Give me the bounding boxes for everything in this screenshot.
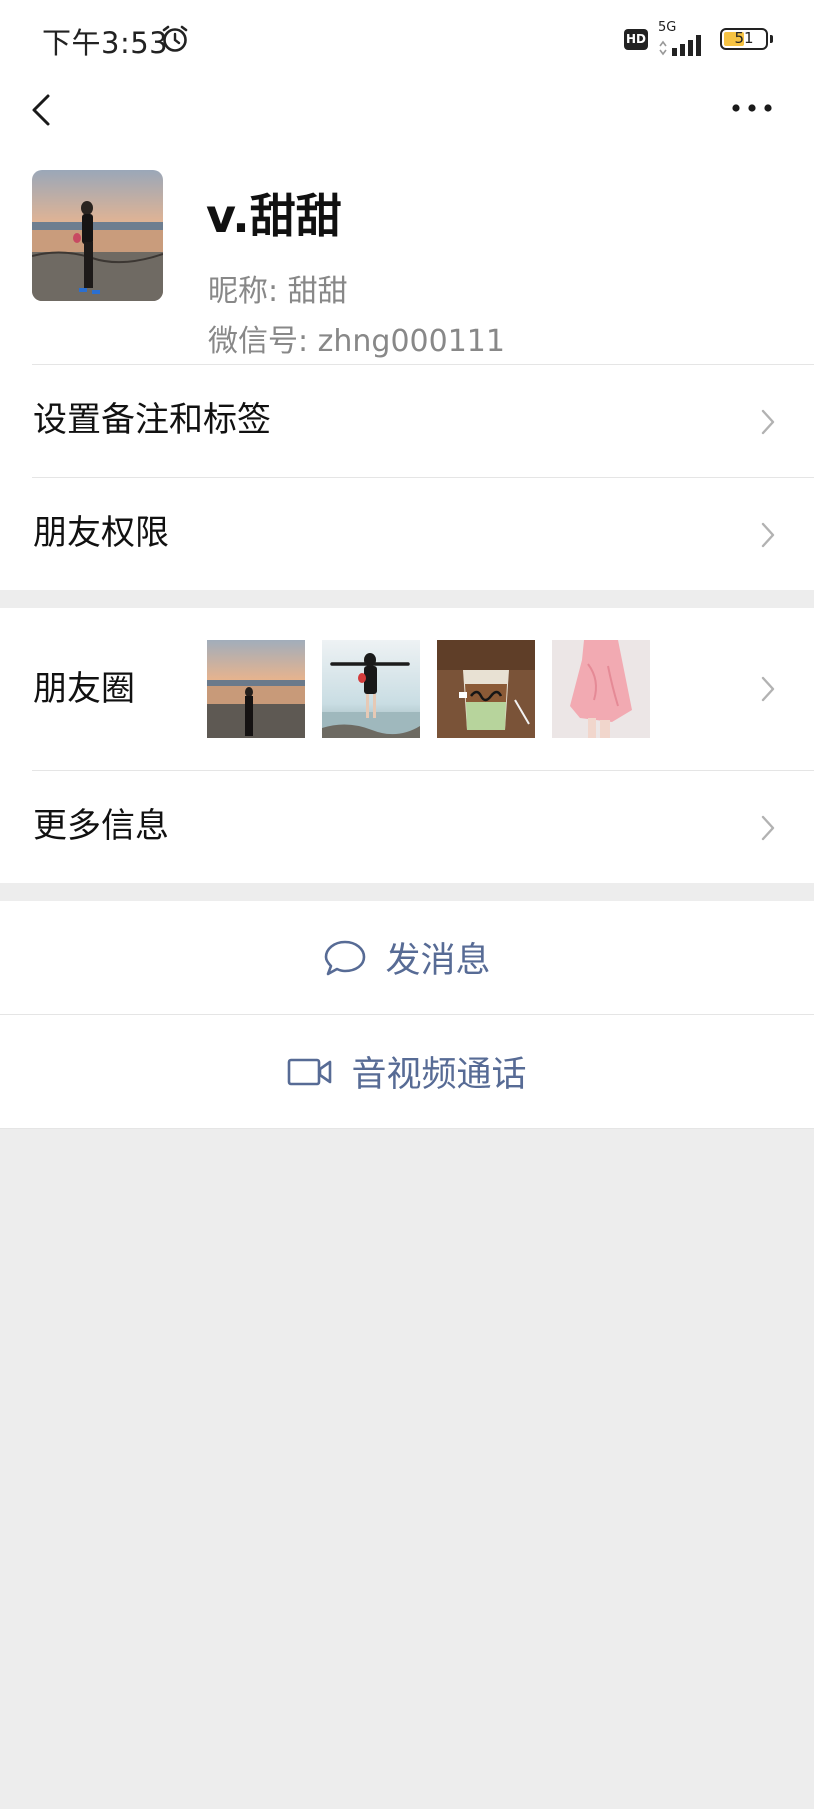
row-moments[interactable]: 朋友圈 [0, 608, 814, 770]
battery-indicator: 51 [720, 28, 773, 50]
chevron-right-icon [761, 409, 775, 435]
status-bar: 下午3:53 HD 5G 51 [0, 0, 814, 78]
hd-badge: HD [624, 28, 648, 50]
row-label: 朋友权限 [33, 513, 169, 553]
battery-tip [770, 35, 773, 43]
profile-name: v.甜甜 [206, 189, 342, 243]
section-gap [0, 590, 814, 608]
row-label: 设置备注和标签 [33, 400, 271, 440]
sunset-photo [207, 640, 305, 738]
chevron-left-icon[interactable] [24, 90, 60, 130]
status-indicators: HD 5G 51 [624, 20, 773, 56]
video-call-label: 音视频通话 [351, 1055, 527, 1095]
ellipsis-icon[interactable] [730, 98, 774, 118]
row-label: 更多信息 [33, 806, 169, 846]
chevron-right-icon [761, 676, 775, 702]
row-label: 朋友圈 [33, 669, 135, 709]
beach-photo [322, 640, 420, 738]
status-time: 下午3:53 [42, 26, 169, 60]
profile-nickname: 昵称: 甜甜 [208, 274, 348, 309]
moments-thumbnails [207, 640, 650, 738]
signal-icon [659, 35, 701, 56]
avatar[interactable] [32, 170, 163, 301]
row-remark-tags[interactable]: 设置备注和标签 [0, 364, 814, 477]
nav-bar [0, 78, 814, 140]
battery-level-text: 51 [734, 29, 754, 47]
dress-photo [552, 640, 650, 738]
coffee-photo [437, 640, 535, 738]
chevron-right-icon [761, 815, 775, 841]
divider [0, 1128, 814, 1129]
row-permissions[interactable]: 朋友权限 [0, 477, 814, 590]
section-gap [0, 883, 814, 901]
profile-card: v.甜甜 昵称: 甜甜 微信号: zhng000111 [0, 140, 814, 364]
send-message-label: 发消息 [385, 941, 491, 981]
video-call-button[interactable]: 音视频通话 [0, 1015, 814, 1128]
alarm-icon [162, 25, 188, 52]
row-more-info[interactable]: 更多信息 [0, 770, 814, 883]
send-message-button[interactable]: 发消息 [0, 901, 814, 1014]
video-camera-icon [288, 1058, 332, 1085]
network-indicator: 5G [658, 20, 710, 56]
chevron-right-icon [761, 522, 775, 548]
network-label: 5G [658, 20, 677, 35]
header-area: 下午3:53 HD 5G 51 v.甜甜 昵称: 甜甜 微信号: zhng000… [0, 0, 814, 364]
profile-wechat-id: 微信号: zhng000111 [208, 324, 505, 359]
chat-bubble-icon [325, 940, 366, 975]
